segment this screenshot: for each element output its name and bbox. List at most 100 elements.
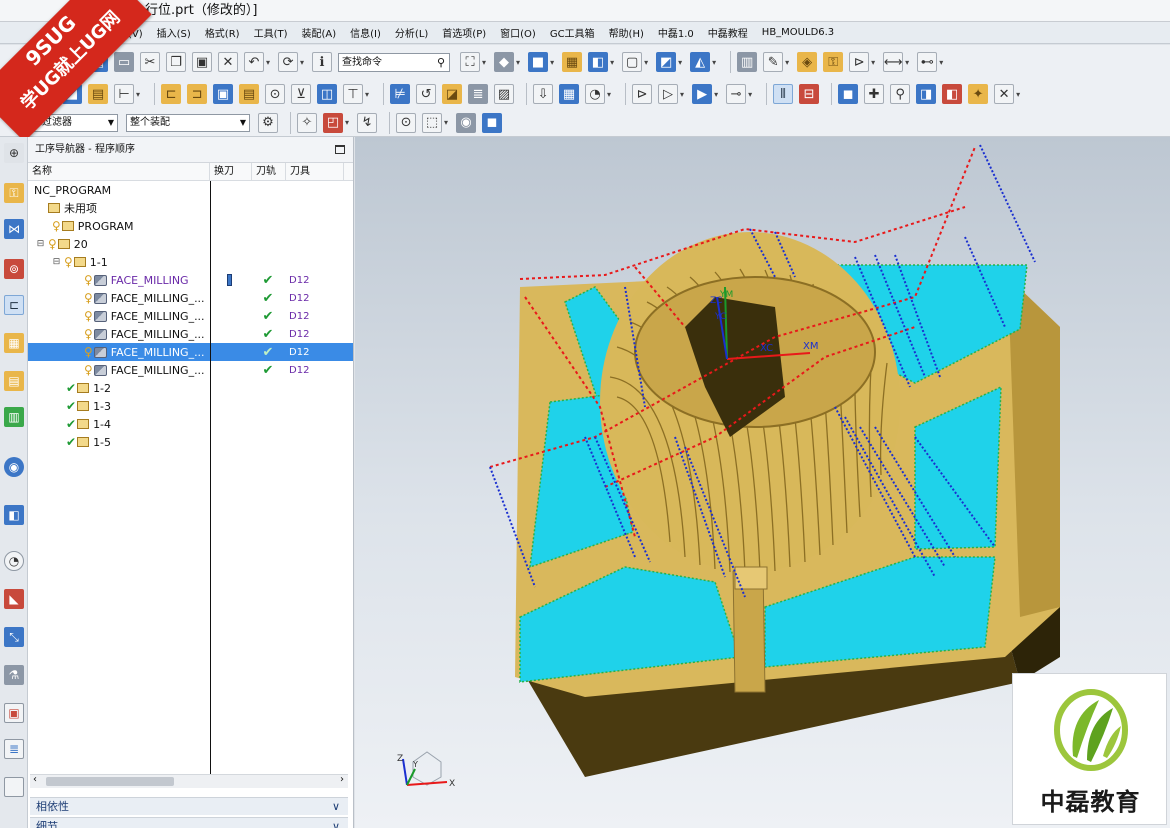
close-panel-icon[interactable]: ✕ [994, 84, 1015, 104]
section-dropdown-icon[interactable]: ▾ [678, 58, 682, 67]
menu-tools[interactable]: 工具(T) [254, 25, 288, 40]
wcs-icon[interactable]: ◧ [588, 52, 609, 72]
menu-insert[interactable]: 插入(S) [157, 25, 191, 40]
filter-settings-icon[interactable]: ⚙ [258, 112, 278, 133]
background-dropdown-icon[interactable]: ▾ [644, 58, 648, 67]
section-view-icon[interactable]: ◩ [656, 52, 677, 72]
select-all-icon[interactable]: ✧ [297, 112, 317, 133]
clock-icon[interactable]: ◔ [4, 551, 24, 571]
machine-navigator-icon[interactable]: ▦ [4, 333, 24, 353]
task-icon[interactable]: ≣ [4, 739, 24, 759]
edit-dropdown-icon[interactable]: ▾ [785, 58, 789, 67]
menu-zhonglei-tutorial[interactable]: 中磊教程 [708, 25, 748, 40]
cutting-dropdown-icon[interactable]: ▾ [680, 90, 684, 99]
col-tool[interactable]: 刀具 [286, 163, 344, 180]
update-icon[interactable]: ⟳ [278, 52, 299, 72]
orient-view-icon[interactable]: ■ [528, 52, 549, 72]
distance-icon[interactable]: ⟷ [883, 52, 904, 72]
tutorial-icon[interactable]: ✦ [968, 84, 989, 104]
ruler-icon[interactable]: ⊷ [917, 52, 938, 72]
chevron-down-icon[interactable]: ∨ [332, 818, 340, 828]
dependencies-panel[interactable]: 相依性 ∨ [30, 797, 348, 815]
system-materials-icon[interactable]: ⚗ [4, 665, 24, 685]
rectangle-select-icon[interactable]: ⬚ [422, 112, 443, 133]
details-panel[interactable]: 细节 ∨ [30, 817, 348, 828]
ipw-icon[interactable]: ◼ [838, 84, 859, 104]
create-method-icon[interactable]: ▣ [213, 84, 234, 104]
point-icon[interactable]: ✚ [864, 84, 885, 104]
menu-help[interactable]: 帮助(H) [609, 25, 644, 40]
chevron-down-icon[interactable]: ∨ [332, 798, 340, 816]
horizontal-scrollbar[interactable]: ‹ › [30, 774, 348, 788]
search-icon[interactable]: ⚲ [437, 54, 445, 71]
menu-zhonglei-1[interactable]: 中磊1.0 [658, 25, 694, 40]
feature-curve-icon[interactable]: ↯ [357, 112, 378, 133]
pin-icon[interactable]: ⊕ [4, 143, 24, 163]
command-finder-icon[interactable]: ℹ [312, 52, 333, 72]
edit-object-icon[interactable]: ✎ [763, 52, 784, 72]
snap-dropdown-icon[interactable]: ▾ [871, 58, 875, 67]
menu-info[interactable]: 信息(I) [350, 25, 381, 40]
geometry-view-icon[interactable]: ⊻ [291, 84, 312, 104]
fit-dropdown-icon[interactable]: ▾ [482, 58, 486, 67]
undo-icon[interactable]: ↶ [244, 52, 264, 72]
tree-row-face-milling-3[interactable]: ♀ FACE_MILLING_... ✔ D12 [28, 307, 353, 325]
transform-icon[interactable]: ⊸ [726, 84, 747, 104]
tree-row-1-4[interactable]: ✔ 1-4 [28, 415, 353, 433]
measure-icon[interactable]: ◈ [797, 52, 818, 72]
update-dropdown-icon[interactable]: ▾ [300, 58, 304, 67]
create-operation-icon[interactable]: ⊐ [187, 84, 208, 104]
feed-rate-icon[interactable]: ⊳ [632, 84, 653, 104]
create-workpiece-icon[interactable]: ▤ [88, 84, 108, 104]
undo-dropdown-icon[interactable]: ▾ [266, 58, 270, 67]
rect-dropdown-icon[interactable]: ▾ [444, 118, 448, 127]
snap-point-icon[interactable]: ⊙ [396, 112, 417, 133]
simulate-icon[interactable]: ▨ [494, 84, 515, 104]
assembly-scope-select[interactable]: 整个装配 ▼ [126, 113, 250, 132]
selection-icon[interactable]: ◭ [690, 52, 711, 72]
body-select-icon[interactable]: ◼ [482, 112, 503, 133]
selection-scope-icon[interactable]: ◰ [323, 112, 343, 133]
delete-icon[interactable]: ✕ [218, 52, 238, 72]
distance-dropdown-icon[interactable]: ▾ [905, 58, 909, 67]
scroll-left-icon[interactable]: ‹ [33, 774, 37, 785]
tree-row-1-3[interactable]: ✔ 1-3 [28, 397, 353, 415]
create-program-icon[interactable]: ⊏ [161, 84, 182, 104]
history-icon[interactable]: ◧ [4, 505, 24, 525]
selection-dropdown-icon[interactable]: ▾ [712, 58, 716, 67]
menu-gc-toolbox[interactable]: GC工具箱 [550, 25, 595, 40]
menu-hb-mould[interactable]: HB_MOULD6.3 [762, 27, 834, 38]
tree-row-1-5[interactable]: ✔ 1-5 [28, 433, 353, 451]
transform-dropdown-icon[interactable]: ▾ [748, 90, 752, 99]
search-command-input[interactable]: 查找命令 ⚲ [338, 52, 451, 72]
cut-area-icon[interactable]: ◧ [942, 84, 963, 104]
tree-row-1-2[interactable]: ✔ 1-2 [28, 379, 353, 397]
list-path-icon[interactable]: ≣ [468, 84, 489, 104]
blank-tab-icon[interactable] [4, 777, 24, 797]
assembly-navigator-icon[interactable]: ⚿ [4, 183, 24, 203]
noncut-dropdown-icon[interactable]: ▾ [714, 90, 718, 99]
non-cut-move-icon[interactable]: ▶ [692, 84, 713, 104]
library-icon[interactable]: ▥ [4, 407, 24, 427]
shade-icon[interactable]: ◉ [456, 112, 477, 133]
tree-row-face-milling-4[interactable]: ♀ FACE_MILLING_... ✔ D12 [28, 325, 353, 343]
replay-path-icon[interactable]: ↺ [416, 84, 437, 104]
verify-path-icon[interactable]: ◪ [442, 84, 463, 104]
process-studio-icon[interactable]: ⤡ [4, 627, 24, 647]
tree-row-unused[interactable]: 未用项 [28, 199, 353, 217]
tree-row-program[interactable]: ♀ PROGRAM [28, 217, 353, 235]
scroll-right-icon[interactable]: › [340, 774, 344, 785]
close-dropdown-icon[interactable]: ▾ [1016, 90, 1020, 99]
collapse-icon[interactable]: ⊟ [36, 239, 45, 249]
print-icon[interactable]: ▭ [114, 52, 134, 72]
collapse-icon[interactable]: ⊟ [52, 257, 61, 267]
tree-row-nc-program[interactable]: NC_PROGRAM [28, 181, 353, 199]
scroll-thumb[interactable] [46, 777, 174, 786]
menu-assembly[interactable]: 装配(A) [302, 25, 337, 40]
tree-row-20[interactable]: ⊟ ♀ 20 [28, 235, 353, 253]
wcs-dropdown-icon[interactable]: ▾ [610, 58, 614, 67]
time-dropdown-icon[interactable]: ▾ [607, 90, 611, 99]
part-navigator-icon[interactable]: ⊚ [4, 259, 24, 279]
reuse-library-icon[interactable]: ▤ [4, 371, 24, 391]
key-tool-icon[interactable]: ⚿ [823, 52, 844, 72]
